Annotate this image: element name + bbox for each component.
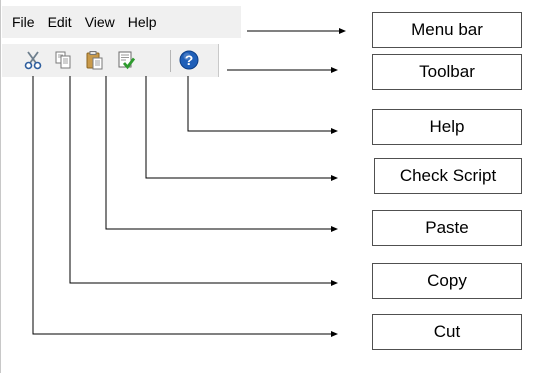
label-cut: Cut bbox=[372, 314, 522, 350]
label-toolbar: Toolbar bbox=[372, 54, 522, 90]
label-check-script: Check Script bbox=[374, 158, 522, 194]
arrow-help bbox=[187, 76, 338, 134]
label-paste: Paste bbox=[372, 210, 522, 246]
label-copy: Copy bbox=[372, 263, 522, 299]
arrow-check-script bbox=[145, 76, 338, 181]
arrow-cut bbox=[32, 76, 338, 337]
label-help: Help bbox=[372, 109, 522, 145]
arrow-paste bbox=[105, 76, 338, 232]
label-menu-bar: Menu bar bbox=[372, 12, 522, 48]
arrow-copy bbox=[69, 76, 338, 286]
